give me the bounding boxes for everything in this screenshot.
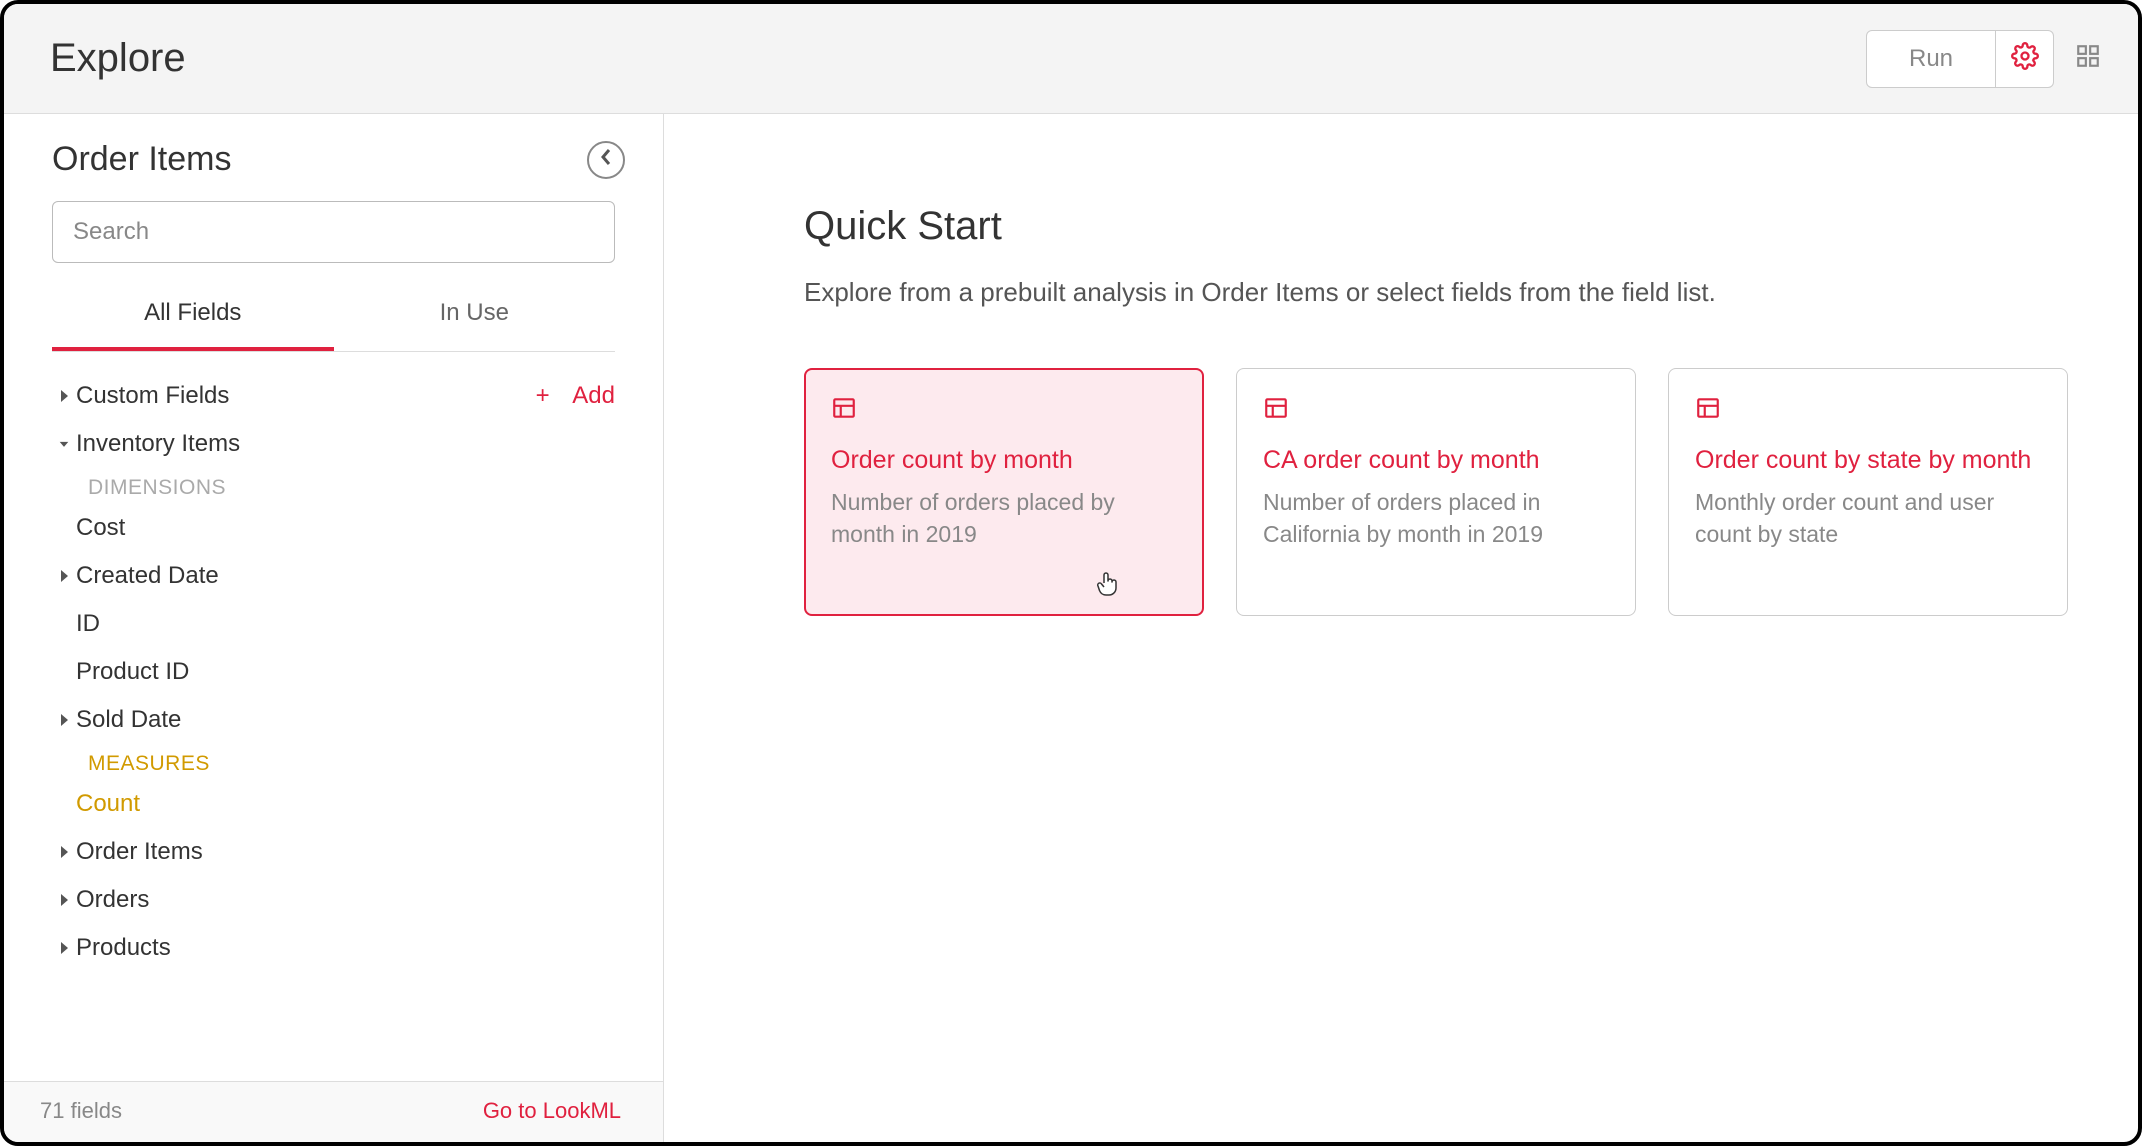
field-picker-sidebar: Order Items All Fields In Use Custom Fie… [4, 114, 664, 1142]
card-title: CA order count by month [1263, 444, 1609, 478]
header-bar: Explore Run [4, 4, 2138, 114]
header-actions: Run [1866, 30, 2110, 88]
field-count: 71 fields [40, 1098, 122, 1124]
card-desc: Number of orders placed in California by… [1263, 486, 1609, 550]
group-label: Orders [76, 886, 615, 914]
table-icon [1695, 395, 2041, 426]
card-title: Order count by month [831, 444, 1177, 478]
app-window: Explore Run Order Items [0, 0, 2142, 1146]
caret-down-icon [52, 437, 76, 451]
plus-icon: + [536, 382, 550, 410]
field-label: Product ID [76, 658, 189, 686]
body: Order Items All Fields In Use Custom Fie… [4, 114, 2138, 1142]
quick-start-title: Quick Start [804, 204, 2078, 249]
sidebar-header: Order Items [4, 114, 663, 179]
tab-all-fields[interactable]: All Fields [52, 299, 334, 351]
table-icon [831, 395, 1177, 426]
quick-start-subtitle: Explore from a prebuilt analysis in Orde… [804, 277, 2078, 308]
add-label: Add [572, 382, 615, 410]
caret-right-icon [52, 713, 76, 727]
chevron-left-icon [599, 148, 613, 171]
settings-button[interactable] [1996, 30, 2054, 88]
dashboard-grid-button[interactable] [2066, 30, 2110, 88]
grid-icon [2075, 43, 2101, 74]
add-custom-field-button[interactable]: + Add [536, 382, 615, 410]
field-label: Created Date [76, 562, 615, 590]
page-title: Explore [50, 36, 186, 81]
group-orders[interactable]: Orders [52, 876, 615, 924]
quick-start-card[interactable]: Order count by state by month Monthly or… [1668, 368, 2068, 616]
field-label: ID [76, 610, 100, 638]
dimensions-heading: DIMENSIONS [52, 468, 615, 504]
field-product-id[interactable]: Product ID [52, 648, 615, 696]
search-input[interactable] [52, 201, 615, 263]
card-desc: Monthly order count and user count by st… [1695, 486, 2041, 550]
group-inventory-items[interactable]: Inventory Items [52, 420, 615, 468]
quick-start-card[interactable]: CA order count by month Number of orders… [1236, 368, 1636, 616]
caret-right-icon [52, 845, 76, 859]
gear-icon [2011, 42, 2039, 75]
sidebar-footer: 71 fields Go to LookML [4, 1081, 663, 1142]
table-icon [1263, 395, 1609, 426]
field-sold-date[interactable]: Sold Date [52, 696, 615, 744]
field-label: Sold Date [76, 706, 615, 734]
caret-right-icon [52, 893, 76, 907]
group-label: Products [76, 934, 615, 962]
run-button[interactable]: Run [1866, 30, 1996, 88]
explore-name: Order Items [52, 140, 231, 179]
group-label: Custom Fields [76, 382, 536, 410]
measures-heading: MEASURES [52, 744, 615, 780]
go-to-lookml-link[interactable]: Go to LookML [483, 1098, 621, 1124]
group-label: Order Items [76, 838, 615, 866]
field-created-date[interactable]: Created Date [52, 552, 615, 600]
tab-in-use[interactable]: In Use [334, 299, 616, 351]
field-list: Custom Fields + Add Inventory Items DIME… [4, 352, 663, 1081]
card-desc: Number of orders placed by month in 2019 [831, 486, 1177, 550]
caret-right-icon [52, 569, 76, 583]
group-label: Inventory Items [76, 430, 615, 458]
field-label: Count [76, 790, 140, 818]
group-products[interactable]: Products [52, 924, 615, 972]
hand-cursor-icon [1096, 571, 1120, 606]
field-label: Cost [76, 514, 125, 542]
collapse-sidebar-button[interactable] [587, 141, 625, 179]
quick-start-card[interactable]: Order count by month Number of orders pl… [804, 368, 1204, 616]
caret-right-icon [52, 941, 76, 955]
group-custom-fields[interactable]: Custom Fields + Add [52, 372, 615, 420]
search-wrap [4, 179, 663, 263]
caret-right-icon [52, 389, 76, 403]
card-title: Order count by state by month [1695, 444, 2041, 478]
group-order-items[interactable]: Order Items [52, 828, 615, 876]
quick-start-cards: Order count by month Number of orders pl… [804, 368, 2078, 616]
field-count[interactable]: Count [52, 780, 615, 828]
field-cost[interactable]: Cost [52, 504, 615, 552]
field-id[interactable]: ID [52, 600, 615, 648]
main-content: Quick Start Explore from a prebuilt anal… [664, 114, 2138, 1142]
field-tabs: All Fields In Use [52, 299, 615, 352]
